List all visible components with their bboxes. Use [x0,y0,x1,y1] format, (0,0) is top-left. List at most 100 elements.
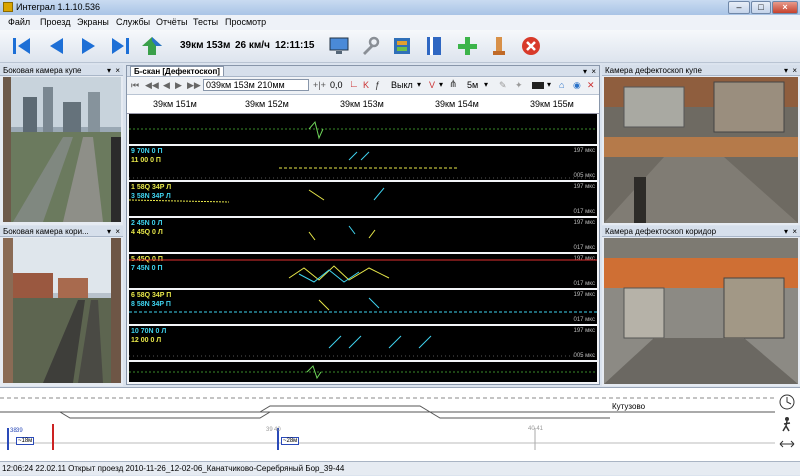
k-button[interactable]: K [363,80,369,90]
ruler-tick: 39км 153м [340,99,384,109]
camera-panel-side-corridor: Боковая камера кори... ▾ × [0,226,123,386]
color-swatch-icon[interactable] [532,82,544,89]
chevron-down-icon[interactable]: ▾ [547,80,551,89]
minimize-button[interactable]: – [728,1,750,14]
menu-file[interactable]: Файл [8,17,30,27]
prev-fast-icon[interactable]: ◀◀ [145,80,159,91]
step-forward-icon[interactable] [77,34,101,58]
menu-ride[interactable]: Проезд [40,17,70,27]
channel-row: 2 45N 0 Л 4 45Q 0 Л 197 мкс 017 мкс [129,218,597,252]
echo-plot [129,335,597,357]
marker-km: 39 [16,428,23,434]
mouse-icon[interactable]: ⌂ [559,80,564,90]
echo-plot [129,151,597,179]
skip-back-icon[interactable] [10,34,34,58]
dropdown-icon[interactable]: ▾ [583,66,587,76]
trace-graph [129,365,597,380]
app-icon [3,2,13,12]
camera-view-image [604,77,798,223]
camera-panel-detector-corridor: Камера дефектоскоп коридор ▾ × [602,226,800,386]
ruler-tick: 39км 151м [153,99,197,109]
book-icon[interactable] [422,34,446,58]
close-icon[interactable]: × [792,65,797,75]
close-icon[interactable]: × [115,226,120,236]
panel-header: Боковая камера купе ▾ × [0,65,123,76]
trace-graph [129,120,597,140]
panel-title: Боковая камера купе [3,66,82,75]
marker-km: 40 41 [528,426,544,432]
bscan-tab[interactable]: Б-скан [Дефектоскоп] [130,66,224,76]
wrench-icon[interactable] [358,34,382,58]
signal-icon[interactable]: ⋔ [449,79,457,90]
prev-icon[interactable]: ◀ [163,80,170,91]
bscan-bottom-trace [129,362,597,382]
title-bar: Интеграл 1.1.10.536 – □ × [0,0,800,15]
menu-tests[interactable]: Тесты [193,17,218,27]
track-timeline: Кутузово 38 39 ~18м 39 40 ~28м 40 41 [0,387,800,462]
curve-icon[interactable]: ƒ [375,80,380,90]
dropdown-icon[interactable]: ▾ [107,65,111,75]
dropdown-icon[interactable]: ▾ [784,226,788,236]
next-icon[interactable]: ▶ [175,80,182,91]
status-bar: 12:06:24 22.02.11 Открыт проезд 2010-11-… [0,461,800,475]
archive-icon[interactable] [390,34,414,58]
close-icon[interactable]: × [792,226,797,236]
mode-select[interactable]: Выкл [391,80,413,90]
menu-screens[interactable]: Экраны [77,17,109,27]
ruler-tick: 39км 154м [435,99,479,109]
menu-bar: Файл Проезд Экраны Службы Отчёты Тесты П… [0,15,800,31]
menu-services[interactable]: Службы [116,17,150,27]
camera-view-image [3,77,121,222]
step-back-icon[interactable] [44,34,68,58]
marker-km: 39 [266,427,273,433]
echo-plot [129,187,385,203]
camera-icon[interactable]: ◉ [573,80,581,91]
first-icon[interactable]: ⏮ [131,80,139,91]
monitor-icon[interactable] [327,34,351,58]
bookmark-icon[interactable] [487,34,511,58]
camera-panel-detector-compartment: Камера дефектоскоп купе ▾ × [602,65,800,225]
panel-header: Б-скан [Дефектоскоп] ▾ × [127,66,599,77]
echo-plot [129,259,597,283]
timeline-graph [0,397,775,450]
stop-icon[interactable] [519,34,543,58]
camera-panel-side-compartment: Боковая камера купе ▾ × [0,65,123,225]
dropdown-icon[interactable]: ▾ [784,65,788,75]
time-readout: 12:11:15 [275,40,315,51]
close-icon[interactable]: × [591,66,596,76]
pin-icon[interactable]: ✎ [499,80,507,91]
close-window-button[interactable]: × [772,1,798,14]
menu-reports[interactable]: Отчёты [156,17,187,27]
gamepad-icon[interactable]: ✦ [515,80,523,91]
fork-arrow-icon[interactable] [140,34,164,58]
step-select[interactable]: 5м [467,80,478,90]
gain-value: 0,0 [330,80,343,90]
toolbar: 39км 153м 26 км/ч 12:11:15 [0,30,800,63]
arrows-horizontal-icon[interactable] [779,438,795,450]
chevron-down-icon[interactable]: ▾ [417,80,421,89]
menu-view[interactable]: Просмотр [225,17,266,27]
add-icon[interactable] [455,34,479,58]
position-readout: 39км 153м [180,40,231,51]
camera-view-image [604,238,798,384]
record-icon[interactable]: ✕ [587,80,595,91]
next-fast-icon[interactable]: ▶▶ [187,80,201,91]
bscan-top-trace [129,114,597,144]
filter-icon[interactable]: V [429,80,435,90]
ruler-tick: 39км 152м [245,99,289,109]
skip-forward-icon[interactable] [108,34,132,58]
l-shape-icon[interactable]: ∟ [349,79,359,90]
station-label: Кутузово [612,402,646,411]
echo-plot [308,225,376,241]
split-icon[interactable]: +|+ [313,80,326,90]
chevron-down-icon[interactable]: ▾ [439,80,443,89]
close-icon[interactable]: × [115,65,120,75]
bscan-panel: Б-скан [Дефектоскоп] ▾ × ⏮ ◀◀ ◀ ▶ ▶▶ ⏭ 0… [126,65,600,385]
clock-icon[interactable] [779,394,795,410]
chevron-down-icon[interactable]: ▾ [484,80,488,89]
maximize-button[interactable]: □ [751,1,771,14]
channel-row: 10 70N 0 Л 12 00 0 Л 197 мкс 005 мкс [129,326,597,360]
walker-icon[interactable] [779,416,795,432]
coordinate-input[interactable]: 039км 153м 210мм [203,79,309,91]
dropdown-icon[interactable]: ▾ [107,226,111,236]
